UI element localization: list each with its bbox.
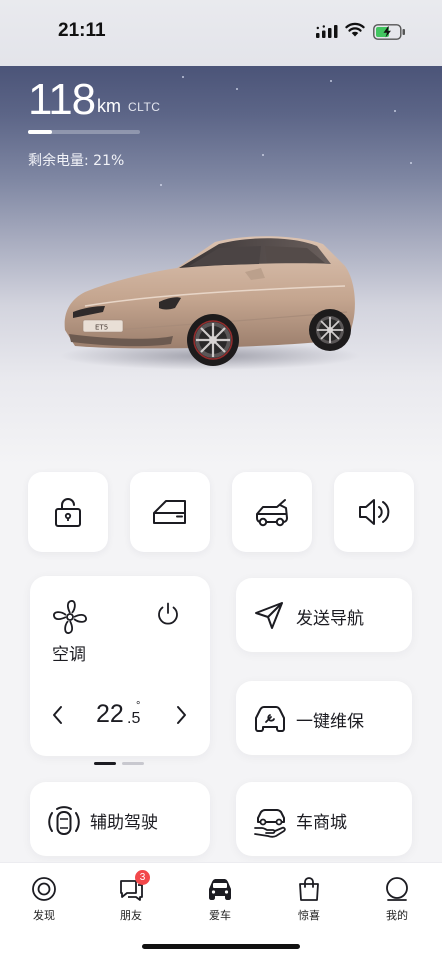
climate-label: 空调	[52, 645, 86, 665]
assisted-driving-label: 辅助驾驶	[90, 813, 158, 833]
wifi-icon	[345, 22, 365, 37]
notification-badge: 3	[135, 870, 150, 885]
tab-surprise[interactable]: 惊喜	[279, 873, 339, 929]
battery-remaining-label: 剩余电量: 21%	[28, 153, 125, 169]
star	[236, 88, 238, 90]
range-unit: km	[97, 96, 121, 116]
vehicle-hero: 118 km CLTC 剩余电量: 21% ET5	[0, 66, 442, 466]
assisted-driving-icon	[48, 806, 80, 835]
chevron-right-icon[interactable]	[173, 704, 189, 726]
status-bar: 21:11	[0, 0, 442, 66]
temperature-unit: °	[136, 700, 141, 712]
page-indicator	[122, 762, 144, 765]
car-door-icon	[153, 500, 186, 524]
car-image[interactable]: ET5	[55, 226, 365, 376]
service-label: 一键维保	[296, 712, 364, 732]
status-time: 21:11	[58, 20, 106, 41]
battery-level-fill	[28, 130, 52, 134]
star	[160, 184, 162, 186]
battery-charging-icon	[373, 24, 405, 40]
climate-card[interactable]: 空调 22 .5 °	[30, 576, 210, 756]
star	[410, 162, 412, 164]
navigation-arrow-icon	[255, 602, 283, 629]
tab-label: 爱车	[209, 909, 231, 922]
horn-button[interactable]	[334, 472, 414, 552]
car-service-icon	[255, 706, 285, 732]
tab-label: 我的	[386, 909, 408, 922]
send-navigation-label: 发送导航	[296, 609, 364, 629]
home-indicator[interactable]	[142, 944, 300, 949]
assisted-driving-button[interactable]: 辅助驾驶	[30, 782, 210, 856]
tab-my-car[interactable]: 爱车	[190, 873, 250, 929]
service-button[interactable]: 一键维保	[236, 681, 412, 755]
battery-level-bar	[28, 130, 140, 134]
tab-friends[interactable]: 3 朋友	[101, 870, 161, 929]
range-standard: CLTC	[128, 100, 161, 114]
star	[330, 80, 332, 82]
star	[262, 154, 264, 156]
car-store-button[interactable]: 车商城	[236, 782, 412, 856]
door-button[interactable]	[130, 472, 210, 552]
tab-discover[interactable]: 发现	[14, 873, 74, 929]
temperature-value: 22	[96, 700, 124, 728]
model-badge: ET5	[95, 324, 108, 332]
tab-me[interactable]: 我的	[367, 873, 427, 929]
discover-icon	[32, 877, 56, 901]
car-store-icon	[254, 809, 286, 838]
car-icon	[209, 879, 231, 900]
trunk-button[interactable]	[232, 472, 312, 552]
car-store-label: 车商城	[296, 813, 347, 833]
tab-label: 朋友	[120, 909, 142, 922]
power-icon[interactable]	[155, 601, 181, 627]
profile-icon	[386, 877, 408, 901]
fan-icon	[53, 600, 87, 634]
chevron-left-icon[interactable]	[50, 704, 66, 726]
star	[394, 110, 396, 112]
temperature-decimal: .5	[127, 710, 141, 727]
shopping-bag-icon	[299, 877, 319, 901]
lock-button[interactable]	[28, 472, 108, 552]
cellular-signal-icon	[316, 25, 338, 38]
page-indicator-active	[94, 762, 116, 765]
send-navigation-button[interactable]: 发送导航	[236, 578, 412, 652]
unlocked-padlock-icon	[55, 498, 81, 527]
trunk-icon	[256, 499, 288, 527]
tab-label: 发现	[33, 909, 55, 922]
star	[182, 76, 184, 78]
range-value: 118	[28, 75, 96, 124]
speaker-icon	[359, 499, 390, 525]
tab-label: 惊喜	[298, 909, 320, 922]
